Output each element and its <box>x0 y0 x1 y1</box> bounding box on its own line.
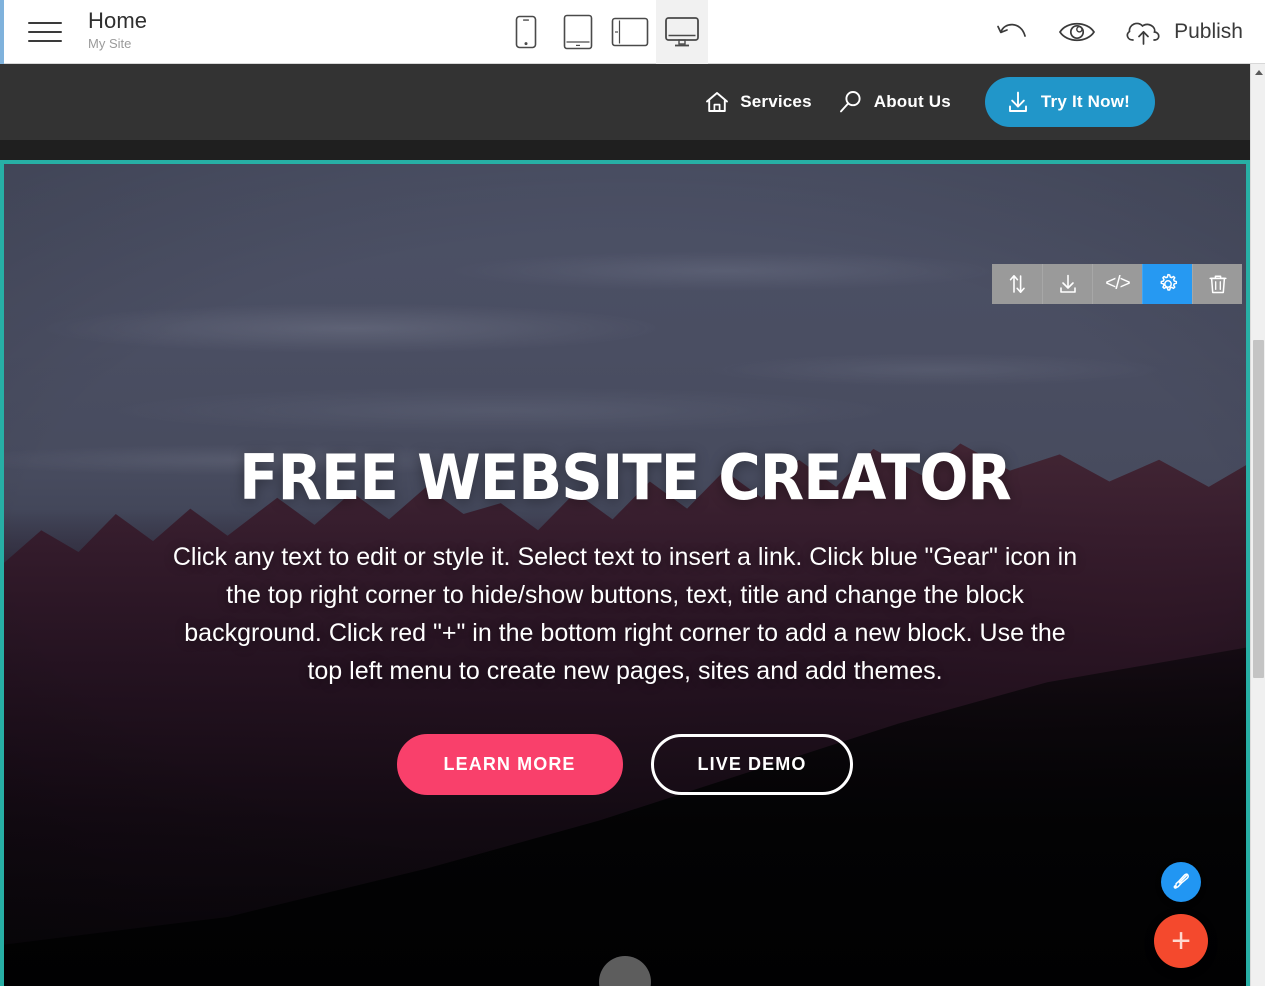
add-block-fab[interactable]: + <box>1154 914 1208 968</box>
device-desktop-button[interactable] <box>656 0 708 64</box>
paint-brush-icon <box>1173 873 1189 889</box>
gear-icon <box>1160 273 1177 291</box>
vertical-scrollbar[interactable] <box>1250 64 1265 986</box>
home-icon <box>706 92 729 112</box>
download-icon <box>1059 274 1076 293</box>
nav-link-label: Services <box>740 92 812 111</box>
delete-block-button[interactable] <box>1192 264 1242 304</box>
selected-block-outline[interactable]: FREE WEBSITE CREATOR Click any text to e… <box>0 160 1250 986</box>
device-tablet-landscape-button[interactable] <box>604 0 656 64</box>
page-title-group: Home My Site <box>88 8 147 53</box>
left-accent-strip <box>0 0 4 64</box>
tablet-landscape-icon <box>611 17 649 47</box>
nav-link-about-us[interactable]: About Us <box>838 89 951 115</box>
site-name: My Site <box>88 36 132 51</box>
editor-actions: Publish <box>995 0 1243 64</box>
hero-paragraph[interactable]: Click any text to edit or style it. Sele… <box>165 538 1085 690</box>
undo-button[interactable] <box>995 18 1031 46</box>
learn-more-button[interactable]: LEARN MORE <box>396 734 623 795</box>
device-mobile-button[interactable] <box>500 0 552 64</box>
trash-icon <box>1208 275 1227 294</box>
caret-up-icon[interactable] <box>1251 64 1265 80</box>
save-block-button[interactable] <box>1042 264 1092 304</box>
hamburger-line <box>28 31 62 33</box>
eye-icon <box>1059 22 1096 42</box>
up-down-arrows-icon <box>1009 274 1025 294</box>
block-toolbar: </> <box>992 264 1242 304</box>
hero-buttons: LEARN MORE LIVE DEMO <box>4 734 1246 795</box>
hamburger-line <box>28 22 62 24</box>
hero-title[interactable]: FREE WEBSITE CREATOR <box>47 442 1202 514</box>
navbar-gap-strip <box>0 140 1250 160</box>
scrollbar-thumb[interactable] <box>1253 340 1264 678</box>
search-icon <box>839 91 861 113</box>
code-icon: </> <box>1105 273 1131 294</box>
style-fab[interactable] <box>1161 862 1201 902</box>
editor-toolbar: Home My Site Publish <box>0 0 1265 64</box>
nav-link-services[interactable]: Services <box>704 90 812 114</box>
device-switcher <box>500 0 708 64</box>
publish-button[interactable]: Publish <box>1123 17 1243 47</box>
site-preview-canvas: Services About Us Try It Now! FREE WEBSI… <box>0 64 1250 986</box>
live-demo-button[interactable]: LIVE DEMO <box>650 734 854 795</box>
phone-icon <box>515 15 537 49</box>
nav-link-label: About Us <box>873 92 951 111</box>
move-block-button[interactable] <box>992 264 1042 304</box>
tablet-portrait-icon <box>563 14 593 50</box>
cloud-upload-icon <box>1126 22 1160 45</box>
block-settings-button[interactable] <box>1142 264 1192 304</box>
floating-action-buttons: + <box>1154 862 1208 968</box>
try-it-now-label: Try It Now! <box>1040 92 1130 111</box>
publish-label: Publish <box>1174 20 1243 43</box>
preview-button[interactable] <box>1057 18 1097 46</box>
try-it-now-button[interactable]: Try It Now! <box>984 77 1155 127</box>
site-nav-items: Services About Us Try It Now! <box>704 77 1155 127</box>
edit-code-button[interactable]: </> <box>1092 264 1142 304</box>
site-navbar: Services About Us Try It Now! <box>0 64 1250 140</box>
download-icon <box>1008 91 1027 112</box>
hamburger-icon[interactable] <box>28 14 64 50</box>
hamburger-line <box>28 40 62 42</box>
device-tablet-portrait-button[interactable] <box>552 0 604 64</box>
hero-content: FREE WEBSITE CREATOR Click any text to e… <box>4 164 1246 795</box>
page-title: Home <box>88 8 148 33</box>
desktop-icon <box>665 17 699 47</box>
undo-arrow-icon <box>997 23 1026 37</box>
